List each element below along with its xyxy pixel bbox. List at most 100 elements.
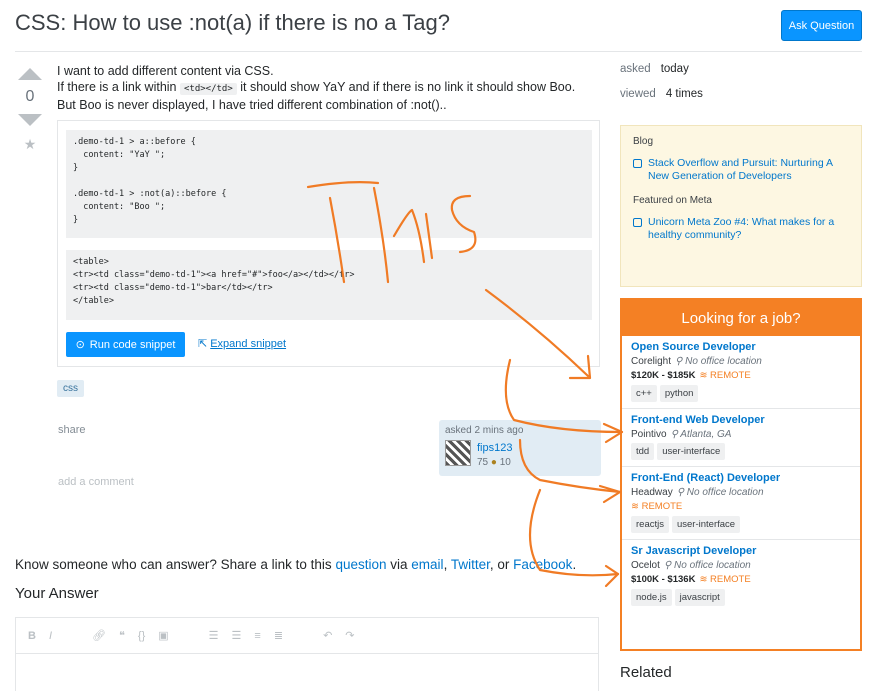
question-line-1: I want to add different content via CSS. <box>57 64 274 78</box>
run-code-snippet-button[interactable]: ⊙ Run code snippet <box>66 332 185 357</box>
job-tags: c++ python <box>631 385 851 402</box>
remote-wifi-icon: ≋ REMOTE <box>699 370 751 381</box>
remote-wifi-icon: ≋ REMOTE <box>631 501 683 512</box>
job-tag[interactable]: node.js <box>631 589 672 606</box>
job-listing[interactable]: Front-end Web Developer Pointivo ⚲ Atlanta… <box>622 409 860 467</box>
job-tag[interactable]: python <box>659 385 699 402</box>
redo-icon[interactable]: ↷ <box>345 629 354 642</box>
vote-panel: 0 ★ <box>17 68 43 153</box>
numbered-list-icon[interactable]: ☰ <box>209 629 219 642</box>
answer-editor[interactable]: B I 🔗︎ ❝ {} ▣ ☰ ☰ ≡ ≣ ↶ ↷ <box>15 617 599 691</box>
annotation-arrowhead-3 <box>598 484 622 504</box>
jobs-widget: Looking for a job? Open Source Developer… <box>620 298 862 651</box>
job-tag[interactable]: user-interface <box>671 516 741 533</box>
location-pin-icon: ⚲ No office location <box>675 356 762 367</box>
job-tag[interactable]: javascript <box>674 589 725 606</box>
editor-toolbar: B I 🔗︎ ❝ {} ▣ ☰ ☰ ≡ ≣ ↶ ↷ <box>16 618 598 654</box>
email-link[interactable]: email <box>411 557 443 572</box>
link-icon[interactable]: 🔗︎ <box>92 629 106 642</box>
your-answer-heading: Your Answer <box>15 585 99 602</box>
location-pin-icon: ⚲ No office location <box>663 560 751 571</box>
facebook-link[interactable]: Facebook <box>513 557 572 572</box>
jobs-heading: Looking for a job? <box>622 300 860 336</box>
blog-item[interactable]: Stack Overflow and Pursuit: Nurturing A … <box>633 157 849 183</box>
location-pin-icon: ⚲ No office location <box>676 487 764 498</box>
asked-time: asked 2 mins ago <box>445 425 524 436</box>
heading-icon[interactable]: ≡ <box>254 630 260 642</box>
related-heading: Related <box>620 664 672 681</box>
job-salary: $100K - $136K ≋ REMOTE <box>631 574 751 585</box>
external-link-icon: ⇱ <box>198 338 208 350</box>
image-icon[interactable]: ▣ <box>158 629 168 642</box>
code-line: .demo-td-1 > a::before { <box>73 137 196 147</box>
job-tag[interactable]: tdd <box>631 443 655 460</box>
bold-icon[interactable]: B <box>28 630 36 642</box>
favorite-star-icon[interactable]: ★ <box>17 136 43 153</box>
code-line: <tr><td class="demo-td-1"><a href="#">fo… <box>73 270 355 280</box>
twitter-link[interactable]: Twitter <box>451 557 490 572</box>
job-tag[interactable]: user-interface <box>657 443 726 460</box>
share-prompt: Know someone who can answer? Share a lin… <box>15 557 577 572</box>
job-tag[interactable]: c++ <box>631 385 657 402</box>
avatar[interactable] <box>445 440 471 466</box>
job-listing[interactable]: Front-End (React) Developer Headway ⚲ No o… <box>622 467 860 540</box>
italic-icon[interactable]: I <box>49 630 52 642</box>
speech-bubble-icon <box>633 159 642 168</box>
code-line: content: "YaY "; <box>73 150 166 160</box>
question-link[interactable]: question <box>335 557 386 572</box>
tag-css[interactable]: css <box>57 380 84 397</box>
expand-snippet-link[interactable]: ⇱ Expand snippet <box>198 337 286 350</box>
undo-icon[interactable]: ↶ <box>323 629 332 642</box>
add-comment-link[interactable]: add a comment <box>58 476 134 488</box>
question-line-2: If there is a link within <td></td> it s… <box>57 80 576 112</box>
upvote-icon[interactable] <box>18 68 42 80</box>
code-line: <table> <box>73 257 109 267</box>
code-line: } <box>73 163 79 173</box>
vote-count: 0 <box>25 88 35 105</box>
annotation-arrowhead-4 <box>604 564 620 588</box>
job-title[interactable]: Sr Javascript Developer <box>631 545 851 557</box>
job-listing[interactable]: Sr Javascript Developer Ocelot ⚲ No office… <box>622 540 860 612</box>
job-tags: reactjs user-interface <box>631 516 851 533</box>
featured-meta-heading: Featured on Meta <box>633 195 712 206</box>
code-snippet: .demo-td-1 > a::before { content: "YaY "… <box>57 120 600 367</box>
css-code-block: .demo-td-1 > a::before { content: "YaY "… <box>66 130 592 238</box>
ask-question-button[interactable]: Ask Question <box>781 10 862 41</box>
code-line: .demo-td-1 > :not(a)::before { <box>73 189 227 199</box>
job-title[interactable]: Open Source Developer <box>631 341 851 353</box>
header-divider <box>15 51 862 52</box>
play-circle-icon: ⊙ <box>75 339 85 351</box>
meta-item[interactable]: Unicorn Meta Zoo #4: What makes for a he… <box>633 216 849 242</box>
user-reputation: 75 ● 10 <box>477 457 511 468</box>
bulleted-list-icon[interactable]: ☰ <box>232 629 242 642</box>
horizontal-rule-icon[interactable]: ≣ <box>274 629 283 642</box>
job-tags: node.js javascript <box>631 589 851 606</box>
job-title[interactable]: Front-End (React) Developer <box>631 472 851 484</box>
share-link[interactable]: share <box>58 424 86 436</box>
user-name-link[interactable]: fips123 <box>477 442 512 454</box>
html-code-block: <table> <tr><td class="demo-td-1"><a href… <box>66 250 592 320</box>
blog-sidebar: Blog Stack Overflow and Pursuit: Nurturi… <box>620 125 862 287</box>
quote-icon[interactable]: ❝ <box>119 629 125 642</box>
job-salary: $120K - $185K ≋ REMOTE <box>631 370 751 381</box>
location-pin-icon: ⚲ Atlanta, GA <box>670 429 732 440</box>
bronze-badge-icon: ● <box>490 457 497 468</box>
job-tag[interactable]: reactjs <box>631 516 669 533</box>
job-tags: tdd user-interface <box>631 443 851 460</box>
job-title[interactable]: Front-end Web Developer <box>631 414 851 426</box>
job-company: Ocelot ⚲ No office location <box>631 560 751 571</box>
code-line: content: "Boo "; <box>73 202 166 212</box>
asked-meta: asked today <box>620 63 689 75</box>
inline-code: <td></td> <box>179 83 237 95</box>
code-line: </table> <box>73 296 114 306</box>
page-title: CSS: How to use :not(a) if there is no a… <box>15 10 450 35</box>
job-company: Corelight ⚲ No office location <box>631 356 762 367</box>
blog-heading: Blog <box>633 136 654 147</box>
code-line: <tr><td class="demo-td-1">bar</td></tr> <box>73 283 273 293</box>
code-icon[interactable]: {} <box>138 630 145 642</box>
job-listing[interactable]: Open Source Developer Corelight ⚲ No offic… <box>622 336 860 409</box>
downvote-icon[interactable] <box>18 114 42 126</box>
job-salary: ≋ REMOTE <box>631 501 851 512</box>
job-company: Headway ⚲ No office location <box>631 487 764 498</box>
